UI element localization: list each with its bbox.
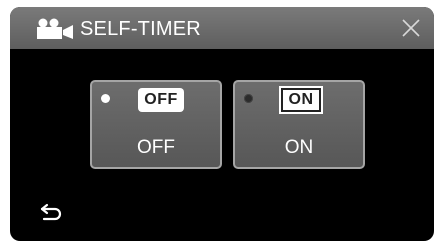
movie-camera-icon xyxy=(37,18,73,39)
unselected-indicator-dot xyxy=(244,94,253,103)
self-timer-on-button[interactable]: ON ON xyxy=(233,80,365,169)
camera-lcd-screen: SELF-TIMER OFF OFF ON ON xyxy=(10,7,434,241)
menu-title: SELF-TIMER xyxy=(80,18,201,40)
off-badge-icon: OFF xyxy=(138,88,184,112)
close-icon[interactable] xyxy=(400,17,422,39)
self-timer-off-button[interactable]: OFF OFF xyxy=(90,80,222,169)
on-badge-icon: ON xyxy=(279,86,323,114)
on-option-label: ON xyxy=(284,137,314,158)
selected-indicator-dot xyxy=(101,94,110,103)
menu-header: SELF-TIMER xyxy=(10,7,434,49)
off-option-label: OFF xyxy=(137,137,175,158)
return-arrow-icon[interactable] xyxy=(38,201,66,223)
